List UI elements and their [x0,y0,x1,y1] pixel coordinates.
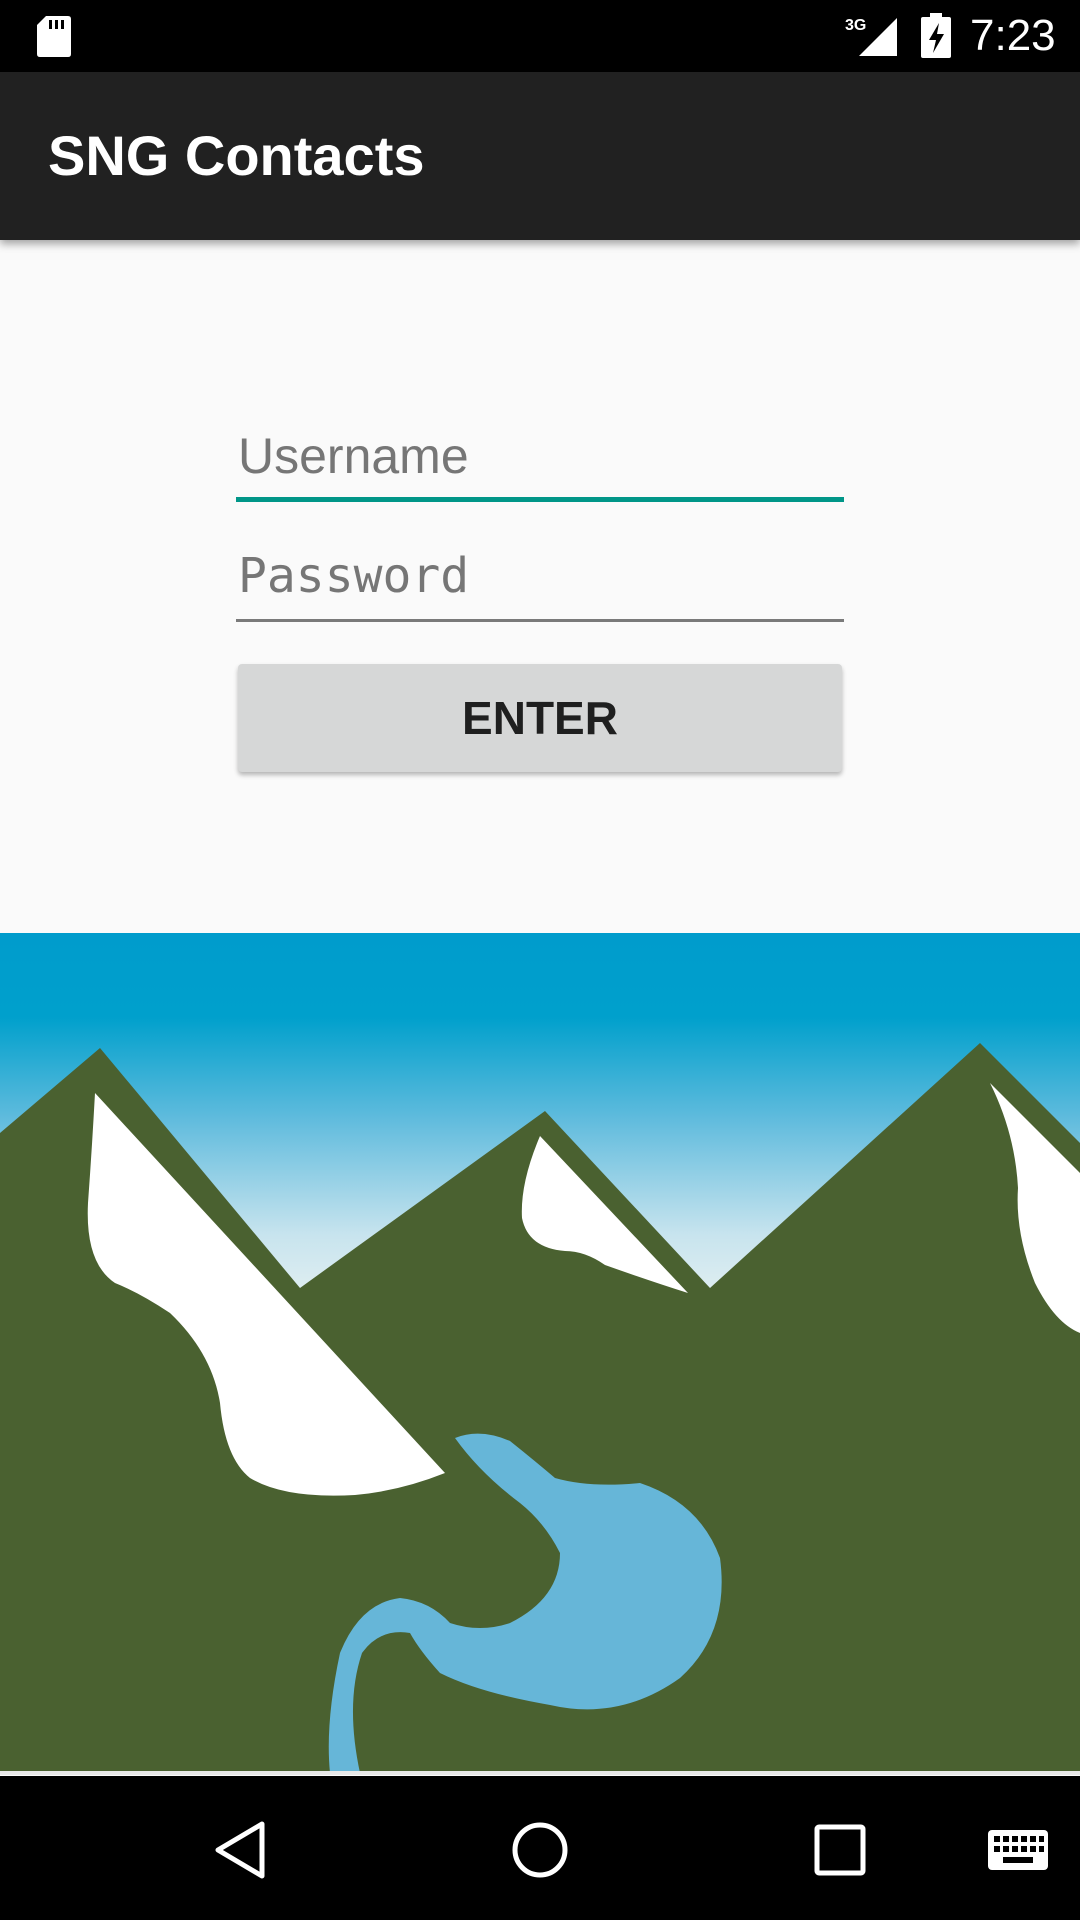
password-underline [236,619,844,622]
login-form: Username Password [236,412,844,622]
enter-button[interactable]: ENTER [238,664,842,772]
back-icon[interactable] [208,1818,272,1882]
password-field[interactable]: Password [236,532,844,622]
banner-divider [0,1771,1080,1775]
password-placeholder: Password [238,548,470,604]
keyboard-icon[interactable] [986,1828,1050,1872]
sd-card-icon [37,16,71,57]
recents-icon[interactable] [808,1818,872,1882]
network-type-label: 3G [845,17,866,34]
app-bar: SNG Contacts [0,72,1080,240]
signal-icon: 3G [845,17,897,56]
navigation-bar [0,1776,1080,1920]
username-underline [236,497,844,502]
clock: 7:23 [970,11,1056,60]
app-title: SNG Contacts [48,124,425,187]
status-bar: 3G 7:23 [0,0,1080,72]
username-field[interactable]: Username [236,412,844,502]
mountain-logo-image [0,933,1080,1773]
home-icon[interactable] [508,1818,572,1882]
battery-charging-icon [921,13,951,58]
username-placeholder: Username [238,428,469,484]
